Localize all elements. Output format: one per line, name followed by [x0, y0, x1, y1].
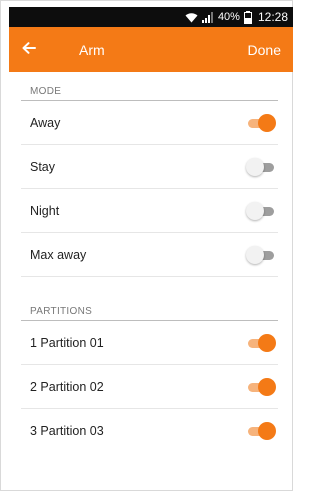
toggle-thumb — [258, 113, 276, 132]
mode-label: Stay — [30, 159, 56, 174]
mode-section-header: MODE — [21, 77, 278, 101]
battery-percent: 40% — [217, 11, 240, 23]
mode-toggle[interactable] — [246, 201, 276, 221]
toggle-thumb — [258, 377, 276, 396]
signal-icon — [201, 11, 214, 23]
toggle-thumb — [258, 422, 276, 440]
page-title: Arm — [79, 41, 105, 58]
screen-frame: 40% 12:28 Arm Done MODE Away Stay Night Max… — [0, 0, 293, 491]
partitions-label: 1 Partition 01 — [30, 335, 104, 350]
mode-toggle[interactable] — [246, 157, 276, 177]
partitions-row[interactable]: 2 Partition 02 — [21, 365, 278, 409]
mode-toggle[interactable] — [246, 113, 276, 133]
mode-row[interactable]: Away — [21, 101, 278, 145]
mode-label: Away — [30, 115, 61, 130]
partitions-toggle[interactable] — [246, 377, 276, 397]
partitions-row[interactable]: 1 Partition 01 — [21, 321, 278, 365]
mode-row[interactable]: Night — [21, 189, 278, 233]
arm-settings: MODE Away Stay Night Max away PARTITIONS 1 … — [21, 77, 278, 453]
toggle-thumb — [258, 333, 276, 352]
mode-list: Away Stay Night Max away — [21, 101, 278, 277]
battery-icon — [243, 10, 252, 24]
partitions-label: 2 Partition 02 — [30, 379, 104, 394]
toggle-thumb — [246, 245, 264, 264]
clock: 12:28 — [257, 10, 288, 24]
back-button[interactable] — [9, 27, 49, 72]
done-button[interactable]: Done — [248, 42, 281, 58]
toggle-thumb — [246, 201, 264, 220]
partitions-section-header: PARTITIONS — [21, 297, 278, 321]
status-bar: 40% 12:28 — [9, 7, 293, 27]
app-bar: Arm Done — [9, 27, 293, 72]
partitions-toggle[interactable] — [246, 421, 276, 441]
mode-row[interactable]: Stay — [21, 145, 278, 189]
arrow-left-icon — [22, 41, 36, 59]
mode-row[interactable]: Max away — [21, 233, 278, 277]
partition-list: 1 Partition 01 2 Partition 02 3 Partition … — [21, 321, 278, 453]
wifi-icon — [185, 12, 198, 23]
mode-toggle[interactable] — [246, 245, 276, 265]
partitions-label: 3 Partition 03 — [30, 424, 104, 438]
partitions-toggle[interactable] — [246, 333, 276, 353]
toggle-thumb — [246, 157, 264, 176]
partitions-row[interactable]: 3 Partition 03 — [21, 409, 278, 453]
mode-label: Max away — [30, 247, 87, 262]
mode-label: Night — [30, 203, 60, 218]
